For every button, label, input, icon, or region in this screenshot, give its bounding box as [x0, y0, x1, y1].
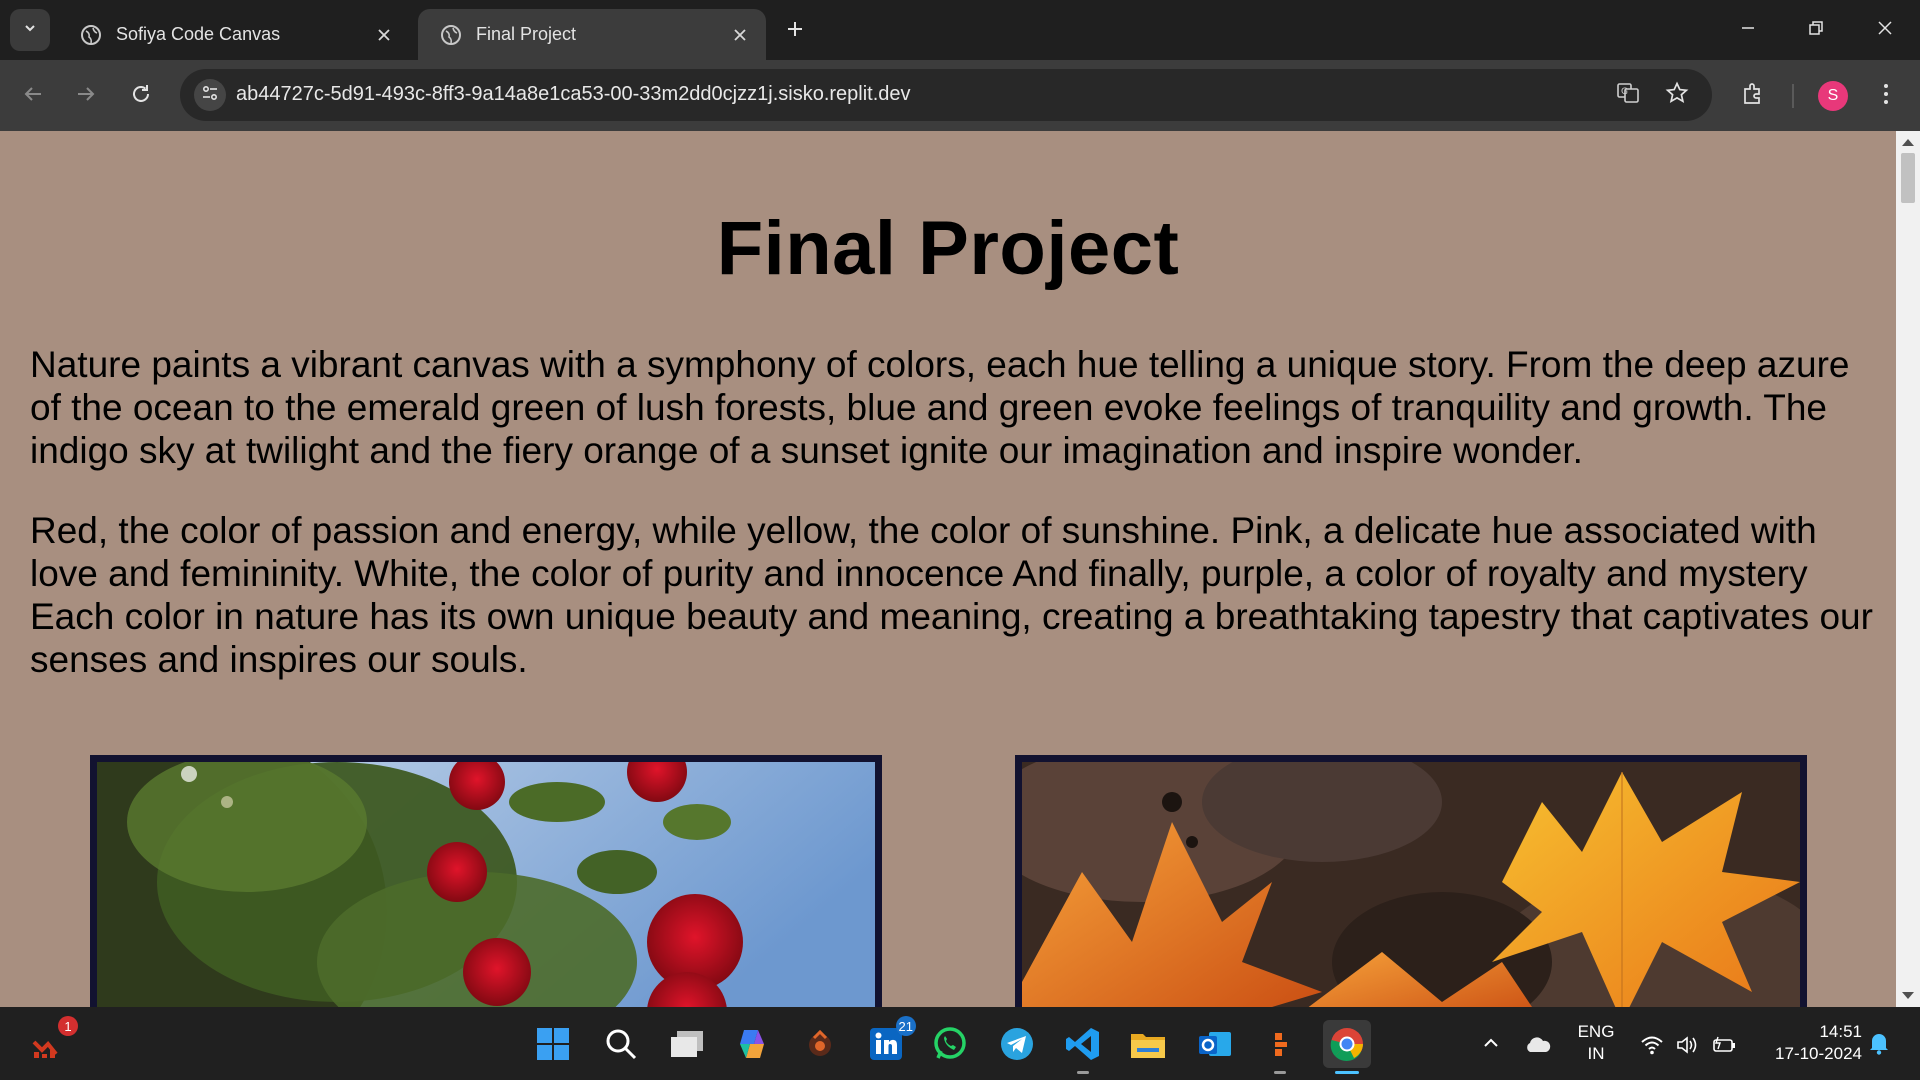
page-title: Final Project — [716, 206, 1180, 291]
reload-icon — [130, 83, 152, 110]
paragraph-2: Red, the color of passion and energy, wh… — [30, 510, 1873, 680]
wifi-icon[interactable] — [1638, 1031, 1666, 1059]
close-icon[interactable] — [372, 23, 396, 47]
app-icon[interactable] — [796, 1020, 844, 1068]
tab-strip: Sofiya Code Canvas Final Project — [0, 0, 1920, 60]
close-icon[interactable] — [728, 23, 752, 47]
language-code: ENG — [1577, 1022, 1615, 1041]
notifications-button[interactable] — [1865, 1031, 1893, 1059]
taskbar: 1 21 ENG IN 14:51 17-10-2024 — [0, 1007, 1920, 1080]
minimize-button[interactable] — [1723, 8, 1773, 52]
region-code: IN — [1587, 1044, 1605, 1063]
clock-time: 14:51 — [1819, 1022, 1862, 1041]
restore-button[interactable] — [1791, 8, 1841, 52]
bell-icon — [1868, 1031, 1890, 1060]
star-icon — [1665, 80, 1689, 110]
url-text: ab44727c-5d91-493c-8ff3-9a14a8e1ca53-00-… — [236, 83, 911, 105]
tune-icon — [201, 84, 219, 107]
chevron-down-icon — [22, 20, 38, 41]
bookmark-button[interactable] — [1661, 79, 1693, 111]
clock-date: 17-10-2024 — [1775, 1044, 1862, 1063]
vscode-icon[interactable] — [1059, 1020, 1107, 1074]
onedrive-icon[interactable] — [1524, 1031, 1552, 1059]
browser-menu-button[interactable] — [1866, 76, 1906, 116]
show-hidden-icons-button[interactable] — [1477, 1031, 1505, 1059]
task-view-icon[interactable] — [663, 1020, 711, 1068]
toolbar-separator — [1792, 84, 1794, 108]
translate-button[interactable]: G — [1612, 79, 1644, 111]
close-window-button[interactable] — [1860, 8, 1910, 52]
autumn-leaves-image — [1015, 755, 1807, 1007]
task-manager-icon[interactable]: 1 — [24, 1016, 78, 1068]
running-indicator — [1274, 1071, 1286, 1074]
start-icon[interactable] — [529, 1020, 577, 1068]
tab-search-button[interactable] — [10, 9, 50, 51]
reload-button[interactable] — [121, 76, 161, 116]
tab-title: Final Project — [476, 24, 577, 44]
paragraph-1: Nature paints a vibrant canvas with a sy… — [30, 344, 1850, 471]
tab-final-project[interactable]: Final Project — [418, 9, 766, 60]
notification-badge: 1 — [58, 1016, 78, 1036]
plus-icon — [786, 20, 804, 43]
profile-avatar[interactable]: S — [1818, 81, 1848, 111]
new-tab-button[interactable] — [778, 14, 812, 48]
forward-button[interactable] — [66, 76, 106, 116]
tab-title: Sofiya Code Canvas — [116, 24, 281, 44]
scroll-up-arrow[interactable] — [1902, 139, 1914, 146]
minimize-icon — [1740, 20, 1756, 41]
scroll-thumb[interactable] — [1901, 153, 1915, 203]
battery-icon[interactable] — [1711, 1031, 1739, 1059]
globe-icon — [80, 24, 102, 46]
copilot-icon[interactable] — [728, 1020, 776, 1068]
svg-text:G: G — [1621, 87, 1628, 97]
back-button[interactable] — [13, 76, 53, 116]
file-explorer-icon[interactable] — [1124, 1020, 1172, 1068]
chevron-up-icon — [1482, 1034, 1500, 1057]
search-icon[interactable] — [597, 1020, 645, 1068]
app-icon[interactable] — [1256, 1020, 1304, 1074]
globe-icon — [440, 24, 462, 46]
extensions-button[interactable] — [1733, 76, 1773, 116]
whatsapp-icon[interactable] — [926, 1020, 974, 1068]
address-bar[interactable]: ab44727c-5d91-493c-8ff3-9a14a8e1ca53-00-… — [180, 69, 1712, 121]
red-roses-image — [90, 755, 882, 1007]
browser-toolbar: ab44727c-5d91-493c-8ff3-9a14a8e1ca53-00-… — [0, 60, 1920, 131]
arrow-left-icon — [22, 83, 44, 110]
translate-icon: G — [1616, 81, 1640, 110]
telegram-icon[interactable] — [993, 1020, 1041, 1068]
site-info-button[interactable] — [194, 79, 226, 111]
page-scrollbar[interactable] — [1896, 131, 1920, 1007]
volume-icon[interactable] — [1674, 1031, 1702, 1059]
arrow-right-icon — [75, 83, 97, 110]
running-indicator — [1335, 1071, 1359, 1074]
chrome-icon[interactable] — [1323, 1020, 1371, 1074]
more-vertical-icon — [1882, 82, 1890, 111]
outlook-icon[interactable] — [1191, 1020, 1239, 1068]
notification-badge: 21 — [895, 1016, 916, 1036]
scroll-down-arrow[interactable] — [1902, 992, 1914, 999]
running-indicator — [1077, 1071, 1089, 1074]
restore-icon — [1808, 20, 1824, 41]
puzzle-icon — [1741, 82, 1765, 111]
clock[interactable]: 14:51 17-10-2024 — [1752, 1021, 1862, 1065]
linkedin-icon[interactable]: 21 — [862, 1016, 916, 1068]
tab-sofiya-code-canvas[interactable]: Sofiya Code Canvas — [58, 9, 410, 60]
close-icon — [1877, 20, 1893, 41]
page-content: Final Project Nature paints a vibrant ca… — [0, 131, 1896, 1007]
language-indicator[interactable]: ENG IN — [1576, 1021, 1616, 1065]
